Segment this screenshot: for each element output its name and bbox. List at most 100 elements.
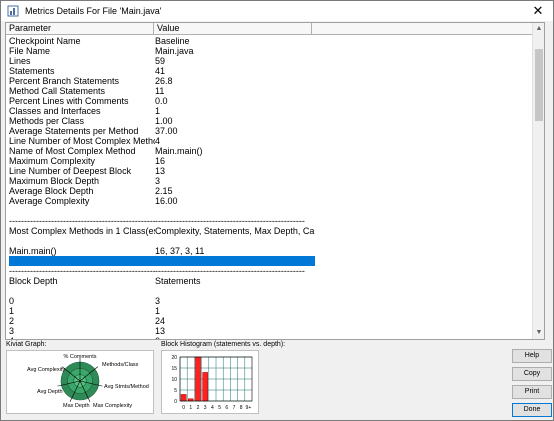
kiviat-axis-label: Avg Complexity [27, 367, 65, 373]
table-row[interactable]: Percent Lines with Comments 0.0 [9, 96, 529, 106]
table-row[interactable]: ----------------------------------------… [9, 216, 529, 226]
kiviat-axis-label: Max Complexity [93, 403, 132, 409]
done-button[interactable]: Done [512, 403, 552, 417]
table-row[interactable]: ----------------------------------------… [9, 266, 529, 276]
parameter-cell [9, 206, 155, 216]
x-tick-label: 3 [204, 405, 207, 411]
value-cell: Main.java [155, 46, 194, 56]
table-row[interactable]: Average Statements per Method 37.00 [9, 126, 529, 136]
parameter-cell [9, 286, 155, 296]
kiviat-axis-label: % Comments [63, 354, 96, 360]
value-cell: Statements [155, 276, 201, 286]
table-row-selected[interactable] [9, 256, 315, 266]
value-cell: Baseline [155, 36, 190, 46]
parameter-cell: Average Statements per Method [9, 126, 139, 136]
parameter-cell: 4 [9, 336, 155, 339]
value-cell: 41 [155, 66, 166, 76]
table-row[interactable]: Average Block Depth 2.15 [9, 186, 529, 196]
table-row[interactable]: Block Depth Statements [9, 276, 529, 286]
close-icon[interactable]: ✕ [523, 1, 553, 21]
table-row[interactable] [9, 286, 529, 296]
x-tick-label: 4 [211, 405, 214, 411]
x-tick-label: 0 [182, 405, 185, 411]
value-cell: ----------------------------------------… [155, 216, 305, 226]
vertical-scrollbar[interactable]: ▲ ▼ [532, 23, 544, 339]
scroll-thumb[interactable] [535, 49, 543, 121]
value-cell: ----------------------------------------… [155, 266, 305, 276]
x-tick-label: 1 [189, 405, 192, 411]
value-cell: 2.15 [155, 186, 173, 196]
value-cell: Main.main() [155, 146, 203, 156]
x-tick-label: 6 [225, 405, 228, 411]
table-row[interactable]: Most Complex Methods in 1 Class(es): Comp… [9, 226, 529, 236]
table-row[interactable]: Name of Most Complex Method Main.main() [9, 146, 529, 156]
parameter-cell [9, 256, 155, 266]
value-cell: 59 [155, 56, 166, 66]
table-row[interactable]: Percent Branch Statements 26.8 [9, 76, 529, 86]
kiviat-axis-label: Max Depth [63, 403, 90, 409]
kiviat-axis-label: Methods/Class [102, 362, 139, 368]
table-row[interactable]: Line Number of Deepest Block 13 [9, 166, 529, 176]
table-row[interactable]: Maximum Complexity 16 [9, 156, 529, 166]
table-row[interactable]: File Name Main.java [9, 46, 529, 56]
value-cell: Complexity, Statements, Max Depth, Calls [155, 226, 315, 236]
table-row[interactable]: Method Call Statements 11 [9, 86, 529, 96]
parameter-cell: Lines [9, 56, 31, 66]
value-cell: 0 [155, 336, 315, 339]
x-tick-label: 5 [218, 405, 221, 411]
table-row[interactable]: Average Complexity 16.00 [9, 196, 529, 206]
parameter-cell: ----------------------------------------… [9, 216, 155, 226]
parameter-cell: Main.main() [9, 246, 57, 256]
print-button[interactable]: Print [512, 385, 552, 399]
value-cell: 1.00 [155, 116, 173, 126]
value-cell: 3 [155, 296, 161, 306]
scroll-down-arrow-icon[interactable]: ▼ [533, 327, 544, 339]
parameter-cell [9, 236, 155, 246]
value-cell: 1 [155, 106, 161, 116]
scroll-up-arrow-icon[interactable]: ▲ [533, 23, 544, 35]
y-tick-label: 15 [171, 366, 177, 372]
parameter-cell: Checkpoint Name [9, 36, 81, 46]
y-tick-label: 20 [171, 355, 177, 361]
parameter-cell: Most Complex Methods in 1 Class(es): [9, 226, 155, 236]
parameter-cell: Classes and Interfaces [9, 106, 101, 116]
x-tick-label: 7 [233, 405, 236, 411]
parameter-cell: Average Complexity [9, 196, 90, 206]
parameter-cell: Block Depth [9, 276, 58, 286]
column-header-parameter[interactable]: Parameter [6, 23, 154, 35]
parameter-cell: Maximum Block Depth [9, 176, 100, 186]
table-row[interactable]: 40 [9, 336, 529, 339]
value-cell: 0.0 [155, 96, 168, 106]
column-header-value[interactable]: Value [154, 23, 312, 35]
metrics-grid[interactable]: Parameter Value Checkpoint Name Baseline F… [5, 22, 545, 340]
kiviat-graph-label: Kiviat Graph: [6, 341, 47, 348]
value-cell [155, 286, 315, 296]
parameter-cell: 1 [9, 306, 15, 316]
parameter-cell: Name of Most Complex Method [9, 146, 136, 156]
table-row[interactable]: 03 [9, 296, 529, 306]
table-row[interactable]: Checkpoint Name Baseline [9, 36, 529, 46]
value-cell [155, 236, 315, 246]
value-cell: 16, 37, 3, 11 [155, 246, 205, 256]
table-row[interactable]: 3 13 [9, 326, 529, 336]
table-row[interactable]: 2 24 [9, 316, 529, 326]
table-row[interactable]: Classes and Interfaces 1 [9, 106, 529, 116]
histogram-bar [202, 372, 208, 402]
table-row[interactable]: Methods per Class 1.00 [9, 116, 529, 126]
parameter-cell: Percent Lines with Comments [9, 96, 129, 106]
parameter-cell: ----------------------------------------… [9, 266, 155, 276]
table-row[interactable]: Line Number of Most Complex Method 4 [9, 136, 529, 146]
value-cell: 13 [155, 166, 166, 176]
help-button[interactable]: Help [512, 349, 552, 363]
table-row[interactable]: 11 [9, 306, 529, 316]
table-row[interactable] [9, 236, 529, 246]
table-row[interactable]: Lines 59 [9, 56, 529, 66]
window-title: Metrics Details For File 'Main.java' [25, 6, 162, 16]
table-row[interactable] [9, 206, 529, 216]
x-tick-label: 9+ [246, 405, 252, 411]
table-row[interactable]: Maximum Block Depth 3 [9, 176, 529, 186]
table-row[interactable]: Statements 41 [9, 66, 529, 76]
table-row[interactable]: Main.main() 16, 37, 3, 11 [9, 246, 529, 256]
parameter-cell: File Name [9, 46, 51, 56]
copy-button[interactable]: Copy [512, 367, 552, 381]
